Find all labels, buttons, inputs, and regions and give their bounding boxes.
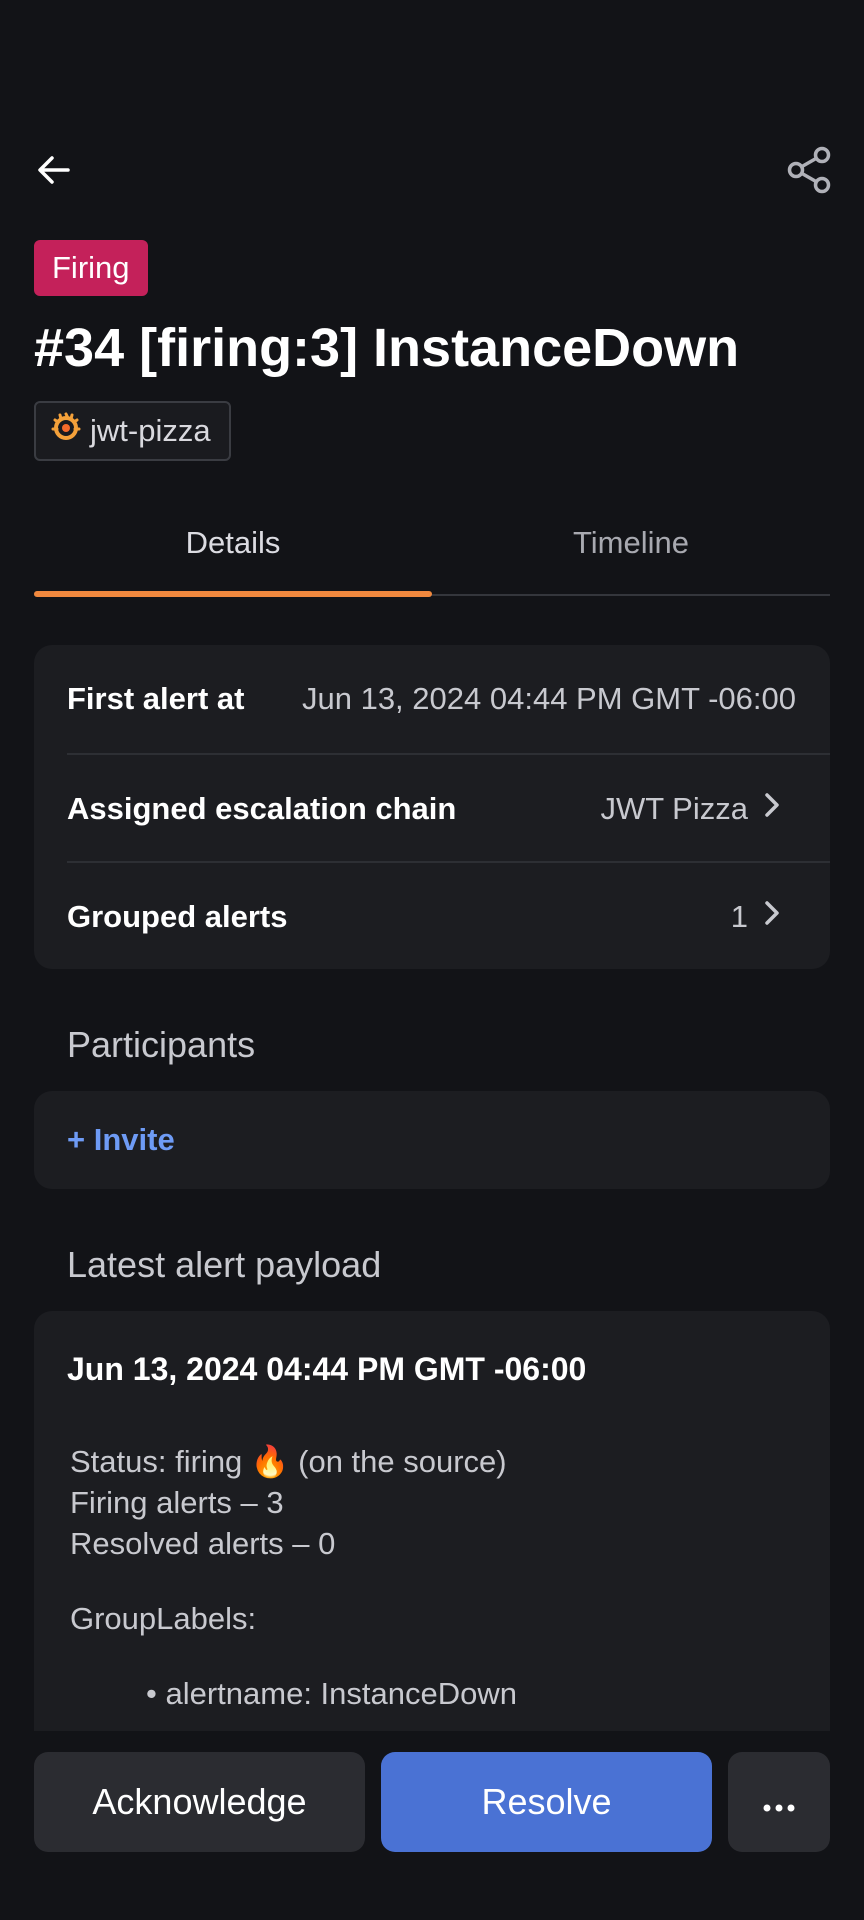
integration-name: jwt-pizza bbox=[90, 413, 211, 448]
alert-title: #34 [firing:3] InstanceDown bbox=[34, 318, 740, 378]
resolve-button[interactable]: Resolve bbox=[381, 1752, 712, 1852]
first-alert-row: First alert at Jun 13, 2024 04:44 PM GMT… bbox=[67, 645, 830, 753]
participants-card: + Invite bbox=[34, 1091, 830, 1189]
more-horizontal-icon bbox=[761, 1781, 797, 1823]
grouped-alerts-label: Grouped alerts bbox=[67, 899, 288, 934]
participants-heading: Participants bbox=[67, 1024, 256, 1065]
escalation-chain-value: JWT Pizza bbox=[600, 791, 748, 826]
payload-card: Jun 13, 2024 04:44 PM GMT -06:00 Status:… bbox=[34, 1311, 830, 1731]
tab-timeline[interactable]: Timeline bbox=[432, 510, 830, 594]
chevron-right-icon bbox=[762, 898, 782, 936]
invite-button[interactable]: + Invite bbox=[67, 1122, 175, 1158]
tab-details[interactable]: Details bbox=[34, 510, 432, 597]
payload-body: Status: firing 🔥 (on the source) Firing … bbox=[70, 1441, 517, 1714]
escalation-chain-label: Assigned escalation chain bbox=[67, 791, 457, 826]
details-card: First alert at Jun 13, 2024 04:44 PM GMT… bbox=[34, 645, 830, 969]
top-bar bbox=[34, 140, 840, 204]
more-actions-button[interactable] bbox=[728, 1752, 830, 1852]
grouped-alerts-row[interactable]: Grouped alerts 1 bbox=[67, 861, 830, 971]
back-button[interactable] bbox=[34, 140, 86, 204]
escalation-chain-row[interactable]: Assigned escalation chain JWT Pizza bbox=[67, 753, 830, 863]
payload-label-text: alertname: InstanceDown bbox=[165, 1676, 517, 1711]
grouped-alerts-count: 1 bbox=[730, 899, 748, 934]
grouped-alerts-value-wrap: 1 bbox=[731, 898, 830, 936]
payload-resolved-line: Resolved alerts – 0 bbox=[70, 1526, 336, 1561]
arrow-left-icon bbox=[34, 150, 74, 195]
acknowledge-button[interactable]: Acknowledge bbox=[34, 1752, 365, 1852]
status-badge: Firing bbox=[34, 240, 148, 296]
share-button[interactable] bbox=[780, 140, 840, 204]
alert-group-screen: Firing #34 [firing:3] InstanceDown jwt-p… bbox=[0, 0, 864, 1920]
payload-label-item: • alertname: InstanceDown bbox=[146, 1676, 517, 1711]
grafana-icon bbox=[50, 411, 82, 451]
integration-chip[interactable]: jwt-pizza bbox=[34, 401, 231, 461]
payload-firing-line: Firing alerts – 3 bbox=[70, 1485, 284, 1520]
payload-group-labels: GroupLabels: bbox=[70, 1601, 257, 1636]
share-icon bbox=[785, 145, 835, 200]
tab-bar: Details Timeline bbox=[34, 510, 830, 597]
chevron-right-icon bbox=[762, 790, 782, 828]
payload-status-line: Status: firing 🔥 (on the source) bbox=[70, 1444, 507, 1479]
payload-date: Jun 13, 2024 04:44 PM GMT -06:00 bbox=[67, 1351, 587, 1387]
escalation-chain-value-wrap: JWT Pizza bbox=[600, 790, 830, 828]
first-alert-value: Jun 13, 2024 04:44 PM GMT -06:00 bbox=[301, 681, 796, 716]
action-bar: Acknowledge Resolve bbox=[34, 1752, 830, 1852]
first-alert-label: First alert at bbox=[67, 681, 245, 716]
payload-heading: Latest alert payload bbox=[67, 1244, 382, 1285]
